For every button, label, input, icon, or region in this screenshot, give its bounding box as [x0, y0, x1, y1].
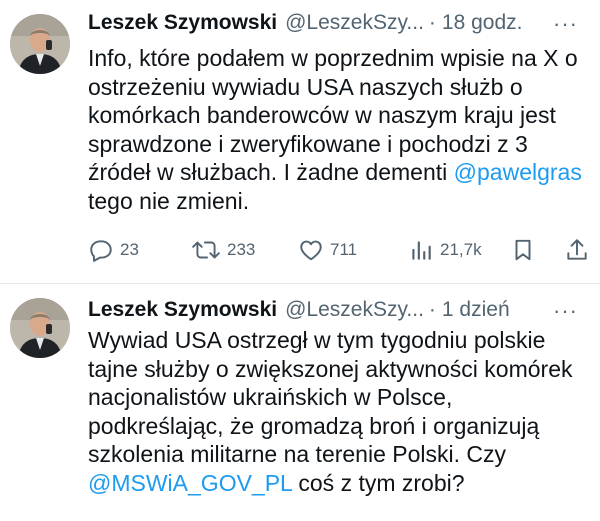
author-handle[interactable]: @LeszekSzy... [285, 298, 424, 322]
tweet-text-part: Wywiad USA ostrzegł w tym tygodniu polsk… [88, 327, 573, 468]
like-count: 711 [330, 240, 358, 259]
tweet-text-part: tego nie zmieni. [88, 187, 250, 214]
reply-count: 23 [120, 240, 139, 259]
retweet-icon [192, 241, 220, 259]
mention-link[interactable]: @pawelgras [454, 159, 582, 185]
tweet-actions: 23 233 711 21,7k [88, 234, 588, 266]
avatar[interactable] [10, 298, 70, 358]
tweet-text: Info, które podałem w poprzednim wpisie … [88, 44, 588, 216]
tweet-text: Wywiad USA ostrzegł w tym tygodniu polsk… [88, 326, 588, 498]
share-icon [567, 239, 587, 260]
like-button[interactable]: 711 [298, 234, 357, 266]
views-icon [412, 241, 431, 260]
author-name[interactable]: Leszek Szymowski [88, 11, 277, 35]
separator-dot: · [428, 298, 436, 321]
tweet-time[interactable]: 1 dzień [442, 298, 510, 322]
separator-dot: · [428, 11, 436, 34]
author-handle[interactable]: @LeszekSzy... [285, 11, 424, 35]
tweet-header: Leszek Szymowski @LeszekSzy... · 18 godz… [88, 8, 592, 38]
tweet-time[interactable]: 18 godz. [442, 11, 523, 35]
avatar[interactable] [10, 14, 70, 74]
bookmark-button[interactable] [510, 234, 536, 266]
bookmark-icon [515, 239, 531, 261]
more-options-icon[interactable]: ··· [553, 298, 578, 324]
tweet-text-part: coś z tym zrobi? [292, 469, 465, 496]
reply-icon [90, 240, 112, 262]
share-button[interactable] [564, 234, 590, 266]
heart-icon [300, 240, 322, 261]
retweet-button[interactable]: 233 [191, 234, 255, 266]
views-count: 21,7k [440, 240, 482, 259]
tweet-header: Leszek Szymowski @LeszekSzy... · 1 dzień… [88, 295, 592, 325]
more-options-icon[interactable]: ··· [553, 11, 578, 37]
reply-button[interactable]: 23 [88, 234, 139, 266]
author-name[interactable]: Leszek Szymowski [88, 298, 277, 322]
tweet[interactable]: Leszek Szymowski @LeszekSzy... · 18 godz… [0, 0, 600, 284]
retweet-count: 233 [227, 240, 256, 259]
views-button[interactable]: 21,7k [408, 234, 482, 266]
mention-link[interactable]: @MSWiA_GOV_PL [88, 470, 292, 496]
